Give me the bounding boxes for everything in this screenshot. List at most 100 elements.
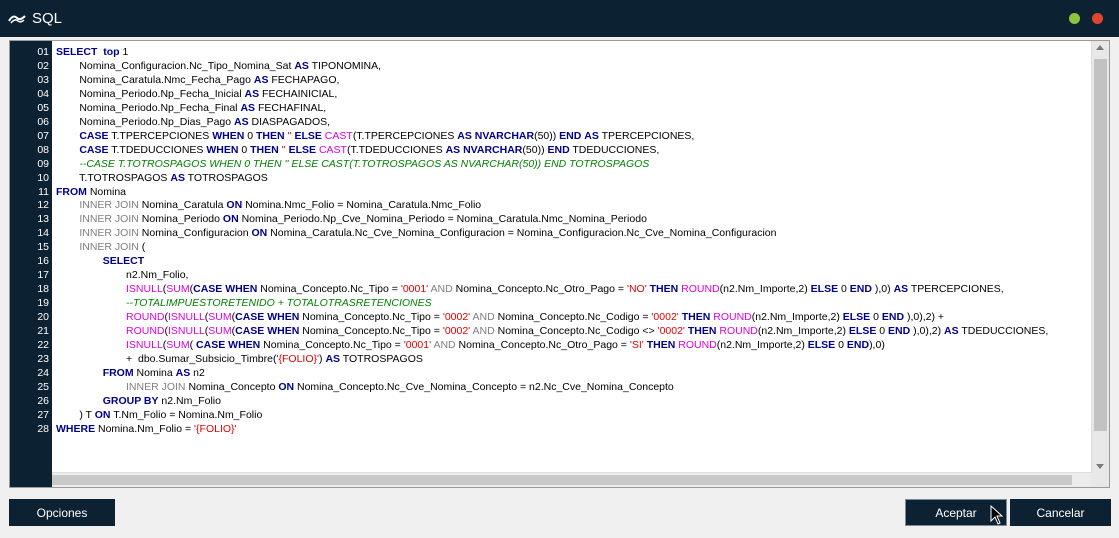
code-token: INNER JOIN (126, 380, 186, 393)
code-line[interactable]: ISNULL(SUM(CASE WHEN Nomina_Concepto.Nc_… (56, 282, 1004, 296)
line-number: 01 (37, 46, 49, 58)
close-icon[interactable] (1092, 13, 1103, 24)
code-line[interactable]: GROUP BY n2.Nm_Folio (56, 394, 221, 408)
code-token: n2.Nm_Folio (158, 394, 221, 407)
code-token: T.TDEDUCCIONES (108, 143, 207, 156)
code-token: ON (94, 408, 111, 421)
code-token: Nomina_Concepto.Nc_Tipo = (257, 283, 401, 296)
code-token: FROM (56, 185, 87, 198)
code-line[interactable]: INNER JOIN Nomina_Periodo ON Nomina_Peri… (56, 212, 647, 226)
code-line[interactable]: ISNULL(SUM( CASE WHEN Nomina_Concepto.Nc… (56, 338, 885, 352)
code-token: Nomina_Concepto.Nc_Otro_Pago = (455, 338, 630, 351)
horizontal-scroll-thumb[interactable] (52, 475, 1072, 485)
code-token: 0 (835, 338, 847, 351)
code-token: TPERCEPCIONES, (908, 283, 1004, 296)
code-token: (T.TPERCEPCIONES (352, 129, 458, 142)
code-token: TPERCEPCIONES, (598, 129, 695, 142)
code-token: AS (893, 283, 909, 296)
code-token: AS (234, 115, 249, 128)
code-line[interactable]: + dbo.Sumar_Subsicio_Timbre('{FOLIO}') A… (56, 352, 423, 366)
line-number: 16 (37, 255, 49, 268)
line-number: 12 (37, 199, 49, 212)
code-token: AS (170, 171, 185, 184)
code-line[interactable]: Nomina_Configuracion.Nc_Tipo_Nomina_Sat … (56, 59, 381, 73)
sql-code-area[interactable]: SELECT top 1 Nomina_Configuracion.Nc_Tip… (56, 41, 1091, 473)
code-line[interactable]: Nomina_Periodo.Np_Dias_Pago AS DIASPAGAD… (56, 115, 330, 129)
code-line[interactable]: FROM Nomina (56, 185, 126, 199)
code-token: 1 (122, 46, 129, 58)
code-token: INNER JOIN (79, 227, 139, 240)
opciones-button[interactable]: Opciones (9, 499, 115, 526)
code-token: THEN (646, 338, 676, 351)
code-line[interactable]: ROUND(ISNULL(SUM(CASE WHEN Nomina_Concep… (56, 324, 1048, 338)
code-token: Nomina_Periodo.Np_Dias_Pago (56, 115, 235, 128)
code-token: FECHAFINAL, (255, 101, 327, 114)
line-number: 24 (37, 366, 49, 379)
code-token: 0 (870, 311, 882, 324)
line-number: 18 (37, 283, 49, 296)
code-token: WHEN (228, 338, 261, 351)
code-token: Nomina_Configuracion.Nc_Tipo_Nomina_Sat (56, 59, 295, 72)
minimize-icon[interactable] (1069, 13, 1080, 24)
code-line[interactable]: INNER JOIN ( (56, 240, 145, 254)
code-line[interactable]: --TOTALIMPUESTORETENIDO + TOTALOTRASRETE… (56, 296, 432, 310)
code-token: ( (138, 241, 146, 254)
code-line[interactable]: WHERE Nomina.Nm_Folio = '{FOLIO}' (56, 422, 237, 436)
code-line[interactable]: INNER JOIN Nomina_Configuracion ON Nomin… (56, 226, 777, 240)
code-line[interactable]: FROM Nomina AS n2 (56, 366, 205, 380)
code-line[interactable]: --CASE T.TOTROSPAGOS WHEN 0 THEN '' ELSE… (56, 157, 649, 171)
code-token: WHEN (206, 143, 239, 156)
code-token: SUM (166, 338, 190, 351)
code-token: AS (457, 129, 472, 142)
code-line[interactable]: Nomina_Periodo.Np_Fecha_Final AS FECHAFI… (56, 101, 326, 115)
code-line[interactable]: INNER JOIN Nomina_Concepto ON Nomina_Con… (56, 380, 674, 394)
line-number: 27 (37, 408, 49, 421)
code-line[interactable]: SELECT (56, 254, 144, 268)
line-number: 09 (37, 157, 49, 170)
code-token: Nomina_Periodo.Np_Fecha_Final (56, 101, 241, 114)
code-token: T.Nm_Folio = Nomina.Nm_Folio (110, 408, 263, 421)
line-number-gutter: 01 02 03 04 05 06 07 08 09 10 11 12 13 14 15 16 17 18 19 20… (10, 41, 52, 487)
code-token: '{FOLIO}' (194, 422, 237, 435)
code-line[interactable]: SELECT top 1 (56, 45, 128, 59)
code-token: AS (325, 352, 341, 365)
code-token: THEN (649, 283, 679, 296)
code-token: Nomina_Concepto.Nc_Tipo = (299, 311, 443, 324)
code-line[interactable]: Nomina_Caratula.Nmc_Fecha_Pago AS FECHAP… (56, 73, 339, 87)
vertical-scrollbar[interactable] (1091, 41, 1109, 473)
code-token: SUM (166, 283, 190, 296)
code-line[interactable]: T.TOTROSPAGOS AS TOTROSPAGOS (56, 171, 268, 185)
line-number: 19 (37, 297, 49, 310)
code-token: ) T (56, 408, 95, 421)
sql-editor[interactable]: 01 02 03 04 05 06 07 08 09 10 11 12 13 14 15 16 17 18 19 20… (9, 40, 1110, 488)
code-line[interactable]: INNER JOIN Nomina_Caratula ON Nomina.Nmc… (56, 198, 481, 212)
vertical-scroll-thumb[interactable] (1094, 59, 1107, 431)
code-token: ROUND (719, 325, 758, 337)
horizontal-scrollbar[interactable] (52, 472, 1091, 487)
scroll-up-icon[interactable] (1096, 45, 1104, 50)
line-number: 21 (37, 325, 49, 337)
code-line[interactable]: n2.Nm_Folio, (56, 268, 188, 282)
scroll-down-icon[interactable] (1096, 464, 1104, 469)
app-logo-icon (8, 15, 26, 24)
line-number: 15 (37, 241, 49, 254)
code-token: AND (472, 325, 495, 337)
code-line[interactable]: ROUND(ISNULL(SUM(CASE WHEN Nomina_Concep… (56, 310, 944, 324)
code-token: END (888, 325, 911, 337)
code-token: ON (226, 199, 243, 212)
code-token: Nomina_Caratula.Nc_Cve_Nomina_Configurac… (267, 227, 777, 240)
code-token: (n2.Nm_Importe,2) (751, 311, 843, 324)
code-token: T.TPERCEPCIONES (108, 129, 213, 142)
cancelar-button[interactable]: Cancelar (1010, 499, 1111, 526)
code-line[interactable]: Nomina_Periodo.Np_Fecha_Inicial AS FECHA… (56, 87, 337, 101)
code-line[interactable]: CASE T.TPERCEPCIONES WHEN 0 THEN '' ELSE… (56, 129, 694, 143)
code-token: TOTROSPAGOS (340, 352, 423, 365)
code-line[interactable]: ) T ON T.Nm_Folio = Nomina.Nm_Folio (56, 408, 262, 422)
code-line[interactable]: CASE T.TDEDUCCIONES WHEN 0 THEN '' ELSE … (56, 143, 659, 157)
code-token: (T.TDEDUCCIONES (346, 143, 446, 156)
